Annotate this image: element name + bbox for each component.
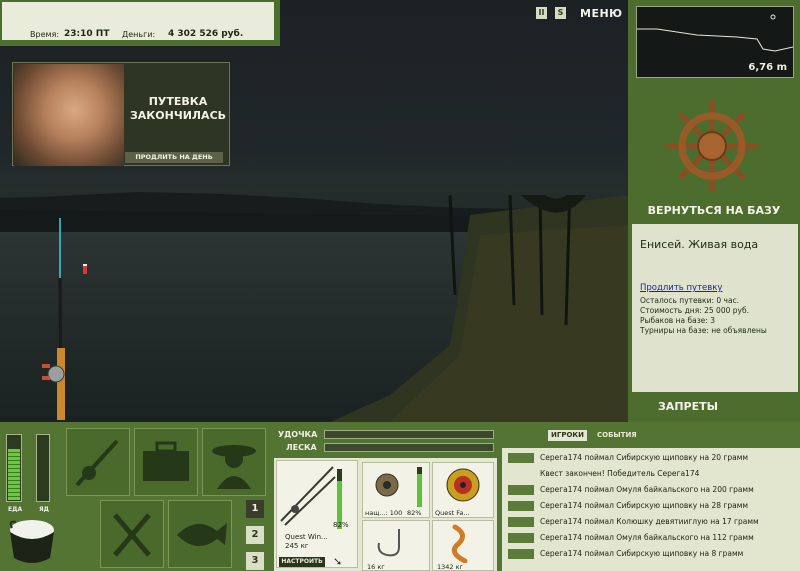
event-row: Серега174 поймал Колюшку девятииглую на … [502,514,800,530]
fish-icon [508,533,534,543]
tab-events[interactable]: СОБЫТИЯ [594,430,640,441]
fish-icon [508,549,534,559]
events-log[interactable]: Серега174 поймал Сибирскую щиповку на 20… [502,448,800,571]
time-label: Время: [30,30,60,39]
reel-label: нащ...: 100 [365,509,403,517]
rod-cell[interactable]: 82% Quest Win... 245 кг НАСТРОИТЬ ➘ [276,460,358,568]
event-row: Серега174 поймал Сибирскую щиповку на 28… [502,498,800,514]
event-text: Серега174 поймал Омуля байкальского на 2… [540,485,754,494]
hook-icon [377,529,400,557]
tackle-box-icon [143,441,189,481]
event-text: Серега174 поймал Колюшку девятииглую на … [540,517,759,526]
rod-tension-label: УДОЧКА [278,430,318,439]
event-text: Серега174 поймал Сибирскую щиповку на 28… [540,501,749,510]
status-bar: Время: 23:10 ПТ Деньги: 4 302 526 руб. [0,0,280,46]
event-row: Квест закончен! Победитель Серега174 [502,466,800,482]
day-cost: Стоимость дня: 25 000 руб. [640,306,749,315]
bait-cell[interactable]: 1342 кг [432,520,494,571]
fish-icon [177,523,227,547]
fishing-line-label: Quest Fa... [435,509,470,517]
money-label: Деньги: [122,30,156,39]
tournaments-info: Турниры на базе: не объявлены [640,326,767,335]
hook-label: 16 кг [367,563,385,571]
rod-percent: 82% [333,521,349,529]
return-to-base-button[interactable]: ВЕРНУТЬСЯ НА БАЗУ [628,204,800,217]
place-name: Енисей. Живая вода [640,238,759,251]
slot-button-3[interactable]: 3 [246,552,264,570]
anglers-count: Рыбаков на базе: 3 [640,316,715,325]
bait-label: 1342 кг [437,563,463,571]
angler-icon [212,445,256,489]
setup-button[interactable]: НАСТРОИТЬ [279,557,325,567]
ad-title-line-1: ПУТЕВКА [148,95,208,108]
angler-slot[interactable] [202,428,266,496]
slot-button-2[interactable]: 2 [246,526,264,544]
depth-value: 6,76 m [748,62,787,73]
ad-photo [14,64,124,166]
rod-slot[interactable] [66,428,130,496]
reel-wear-bar [417,467,422,507]
slot-button-1[interactable]: 1 [246,500,264,518]
event-text: Серега174 поймал Омуля байкальского на 1… [540,533,754,542]
money-value: 4 302 526 руб. [168,29,244,39]
food-slot[interactable] [100,500,164,568]
fishing-line-cell[interactable]: Quest Fa... [432,462,494,518]
reel-cell[interactable]: нащ...: 100 82% [362,462,430,518]
bans-button[interactable]: ЗАПРЕТЫ [628,400,748,413]
rod-weight: 245 кг [285,542,309,550]
pause-icon[interactable]: II [536,7,547,19]
fish-icon [508,453,534,463]
worm-bait-icon [451,524,468,563]
reel-percent: 82% [407,509,422,517]
hook-cell[interactable]: 16 кг [362,520,430,571]
rod-name: Quest Win... [285,533,328,541]
expand-arrow-icon[interactable]: ➘ [333,555,342,568]
ad-title-line-2: ЗАКОНЧИЛАСЬ [129,109,227,122]
tab-players[interactable]: ИГРОКИ [548,430,587,441]
tackle-panel: 82% Quest Win... 245 кг НАСТРОИТЬ ➘ нащ.… [274,458,497,571]
knife-fork-icon [113,513,151,557]
rod-item-icon [280,466,336,526]
fish-icon [508,485,534,495]
ad-title: ПУТЕВКА ЗАКОНЧИЛАСЬ [129,95,227,123]
time-value: 23:10 ПТ [64,29,110,39]
float-bobber-icon[interactable] [83,264,87,274]
event-row: Серега174 поймал Омуля байкальского на 1… [502,530,800,546]
food-label: ЕДА [8,506,23,513]
fish-icon [508,501,534,511]
poison-bar [36,434,50,502]
extend-day-button[interactable]: ПРОДЛИТЬ НА ДЕНЬ [125,152,223,163]
reel-icon [375,473,399,497]
food-bar [6,434,22,502]
forest-shore [330,195,628,422]
rod-icon [75,439,119,487]
ship-wheel-icon[interactable] [664,98,760,194]
event-text: Серега174 поймал Сибирскую щиповку на 20… [540,453,749,462]
rod-wear-bar [337,469,342,529]
event-row: Серега174 поймал Омуля байкальского на 2… [502,482,800,498]
event-text: Серега174 поймал Сибирскую щиповку на 8 … [540,549,744,558]
event-row: Серега174 поймал Сибирскую щиповку на 20… [502,450,800,466]
menu-button[interactable]: МЕНЮ [580,7,623,20]
event-row: Серега174 поймал Сибирскую щиповку на 8 … [502,546,800,562]
fish-slot[interactable] [168,500,232,568]
line-tension-label: ЛЕСКА [286,443,317,452]
depth-map: 6,76 m [636,6,794,78]
status-panel: Время: 23:10 ПТ Деньги: 4 302 526 руб. [2,2,274,40]
fish-icon [508,517,534,527]
sound-icon[interactable]: S [555,7,566,19]
fishing-rod[interactable] [30,218,90,422]
event-text: Квест закончен! Победитель Серега174 [540,469,700,478]
ticket-remaining: Осталось путевки: 0 час. [640,296,740,305]
poison-label: ЯД [39,506,49,513]
tackle-box-slot[interactable] [134,428,198,496]
place-info-panel: Енисей. Живая вода Продлить путевку Оста… [632,224,798,392]
cauldron-icon[interactable] [4,516,60,568]
extend-ticket-link[interactable]: Продлить путевку [640,283,722,293]
ticket-expired-ad[interactable]: ПУТЕВКА ЗАКОНЧИЛАСЬ ПРОДЛИТЬ НА ДЕНЬ [12,62,230,166]
line-tension-bar [324,443,494,452]
food-bar-fill [8,449,20,500]
rod-tension-bar [324,430,494,439]
line-spool-icon [446,468,480,502]
